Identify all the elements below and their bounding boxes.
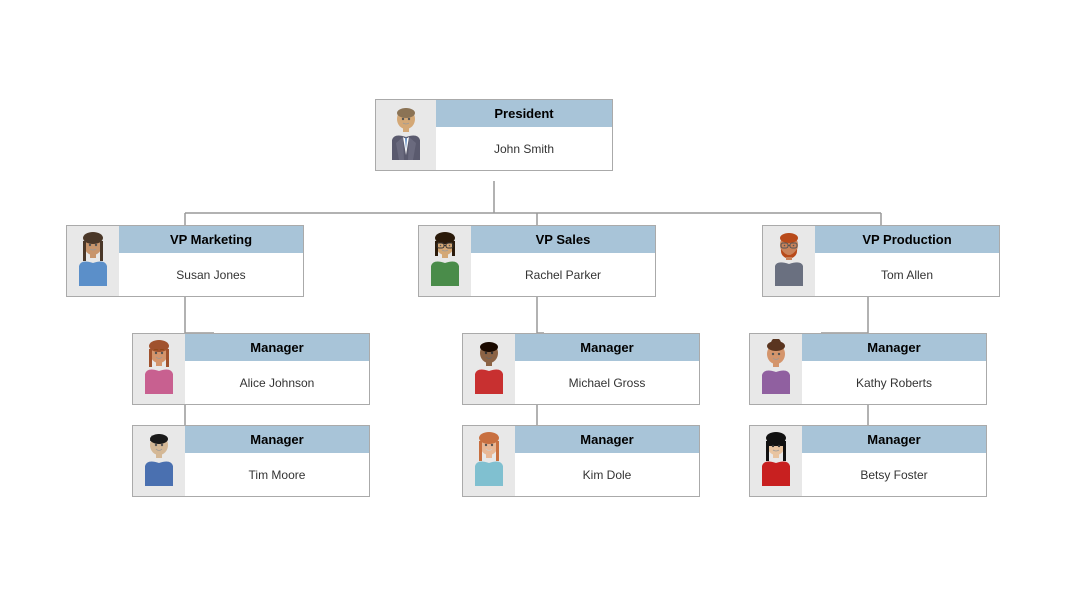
vp-sales-title: VP Sales — [471, 226, 655, 253]
manager-kim-name: Kim Dole — [515, 453, 699, 496]
president-title: President — [436, 100, 612, 127]
manager-tim-name: Tim Moore — [185, 453, 369, 496]
vp-marketing-title: VP Marketing — [119, 226, 303, 253]
manager-alice-avatar — [133, 334, 185, 404]
vp-production-content: VP Production Tom Allen — [815, 226, 999, 296]
manager-michael-node: Manager Michael Gross — [462, 333, 700, 405]
manager-kim-node: Manager Kim Dole — [462, 425, 700, 497]
manager-michael-name: Michael Gross — [515, 361, 699, 404]
vp-sales-node: VP Sales Rachel Parker — [418, 225, 656, 297]
president-name: John Smith — [436, 127, 612, 170]
vp-production-avatar — [763, 226, 815, 296]
manager-alice-content: Manager Alice Johnson — [185, 334, 369, 404]
manager-kathy-name: Kathy Roberts — [802, 361, 986, 404]
manager-kathy-content: Manager Kathy Roberts — [802, 334, 986, 404]
manager-tim-title: Manager — [185, 426, 369, 453]
manager-tim-avatar — [133, 426, 185, 496]
manager-betsy-content: Manager Betsy Foster — [802, 426, 986, 496]
vp-marketing-name: Susan Jones — [119, 253, 303, 296]
manager-kim-avatar — [463, 426, 515, 496]
vp-production-title: VP Production — [815, 226, 999, 253]
president-node: President John Smith — [375, 99, 613, 171]
vp-sales-content: VP Sales Rachel Parker — [471, 226, 655, 296]
org-chart: President John Smith — [0, 0, 1080, 608]
president-avatar — [376, 100, 436, 170]
manager-betsy-node: Manager Betsy Foster — [749, 425, 987, 497]
vp-marketing-content: VP Marketing Susan Jones — [119, 226, 303, 296]
manager-betsy-avatar — [750, 426, 802, 496]
manager-michael-content: Manager Michael Gross — [515, 334, 699, 404]
manager-kathy-avatar — [750, 334, 802, 404]
vp-sales-name: Rachel Parker — [471, 253, 655, 296]
manager-alice-node: Manager Alice Johnson — [132, 333, 370, 405]
manager-kim-content: Manager Kim Dole — [515, 426, 699, 496]
manager-kathy-title: Manager — [802, 334, 986, 361]
org-connectors — [0, 0, 1080, 608]
manager-kim-title: Manager — [515, 426, 699, 453]
president-content: President John Smith — [436, 100, 612, 170]
manager-tim-content: Manager Tim Moore — [185, 426, 369, 496]
manager-betsy-title: Manager — [802, 426, 986, 453]
vp-sales-avatar — [419, 226, 471, 296]
manager-alice-title: Manager — [185, 334, 369, 361]
vp-production-node: VP Production Tom Allen — [762, 225, 1000, 297]
manager-michael-title: Manager — [515, 334, 699, 361]
vp-marketing-node: VP Marketing Susan Jones — [66, 225, 304, 297]
manager-michael-avatar — [463, 334, 515, 404]
manager-kathy-node: Manager Kathy Roberts — [749, 333, 987, 405]
vp-marketing-avatar — [67, 226, 119, 296]
manager-tim-node: Manager Tim Moore — [132, 425, 370, 497]
manager-betsy-name: Betsy Foster — [802, 453, 986, 496]
manager-alice-name: Alice Johnson — [185, 361, 369, 404]
vp-production-name: Tom Allen — [815, 253, 999, 296]
